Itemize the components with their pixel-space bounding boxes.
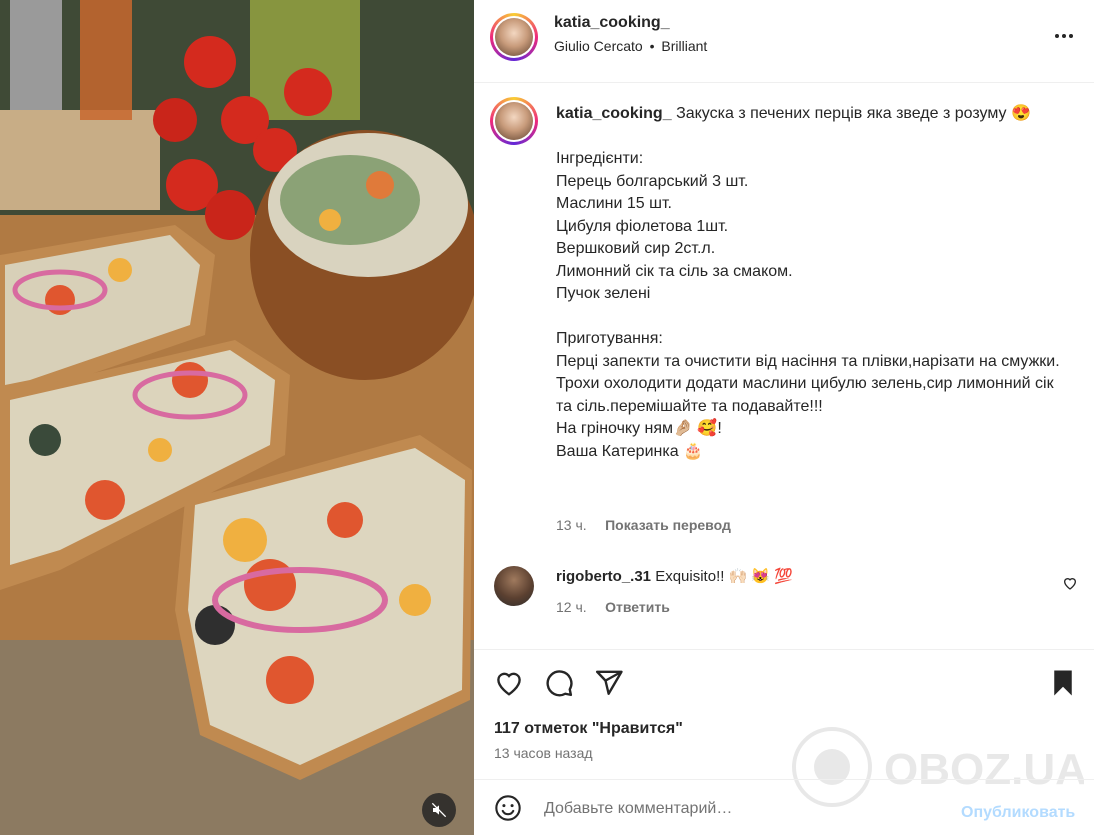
caption-text: Закуска з печених перців яка зведе з роз… <box>556 105 1060 460</box>
more-dots-icon <box>1055 34 1073 38</box>
add-comment-bar: Опубликовать <box>474 779 1094 836</box>
translate-link[interactable]: Показать перевод <box>605 517 731 533</box>
post-photo[interactable] <box>0 0 474 835</box>
muted-audio-icon <box>431 802 447 818</box>
more-options-button[interactable] <box>1052 24 1076 48</box>
comment: rigoberto_.31 Exquisito!! 🙌🏻 😻 💯 <box>556 567 793 585</box>
audio-separator: • <box>649 38 655 54</box>
comment-icon <box>546 670 573 697</box>
share-icon <box>595 670 623 695</box>
caption: katia_cooking_ Закуска з печених перців … <box>556 103 1066 463</box>
comment-button[interactable] <box>544 668 574 698</box>
emoji-icon <box>495 795 521 821</box>
heart-icon <box>497 672 521 696</box>
comment-author[interactable]: rigoberto_.31 <box>556 568 651 585</box>
likes-count[interactable]: 117 отметок "Нравится" <box>494 720 683 738</box>
caption-time[interactable]: 13 ч. <box>556 517 587 533</box>
mute-button[interactable] <box>422 793 456 827</box>
post-header: katia_cooking_ Giulio Cercato • Brillian… <box>474 0 1094 83</box>
comment-time[interactable]: 12 ч. <box>556 599 587 615</box>
heart-icon <box>1063 578 1077 590</box>
like-button[interactable] <box>494 668 524 698</box>
audio-info: Giulio Cercato • Brilliant <box>554 38 707 54</box>
post-time[interactable]: 13 часов назад <box>494 745 593 761</box>
comment-like-button[interactable] <box>1062 575 1078 591</box>
post-panel: katia_cooking_ Giulio Cercato • Brillian… <box>474 0 1094 835</box>
caption-avatar[interactable] <box>490 97 538 145</box>
author-avatar[interactable] <box>490 13 538 61</box>
caption-author[interactable]: katia_cooking_ <box>556 105 672 122</box>
share-button[interactable] <box>594 668 624 698</box>
comment-input[interactable] <box>542 794 926 824</box>
food-photo-illustration <box>0 0 474 835</box>
commenter-avatar[interactable] <box>494 566 534 606</box>
audio-artist[interactable]: Giulio Cercato <box>554 38 643 54</box>
bookmark-icon <box>1054 670 1072 696</box>
publish-button[interactable]: Опубликовать <box>961 804 1075 822</box>
emoji-button[interactable] <box>494 794 522 822</box>
audio-title[interactable]: Brilliant <box>661 38 707 54</box>
comment-text: Exquisito!! 🙌🏻 😻 💯 <box>655 568 793 585</box>
caption-section: katia_cooking_ Закуска з печених перців … <box>474 83 1094 649</box>
reply-button[interactable]: Ответить <box>605 599 670 615</box>
save-button[interactable] <box>1048 668 1078 698</box>
post-actions: 117 отметок "Нравится" 13 часов назад OB… <box>474 649 1094 807</box>
author-username[interactable]: katia_cooking_ <box>554 14 707 32</box>
